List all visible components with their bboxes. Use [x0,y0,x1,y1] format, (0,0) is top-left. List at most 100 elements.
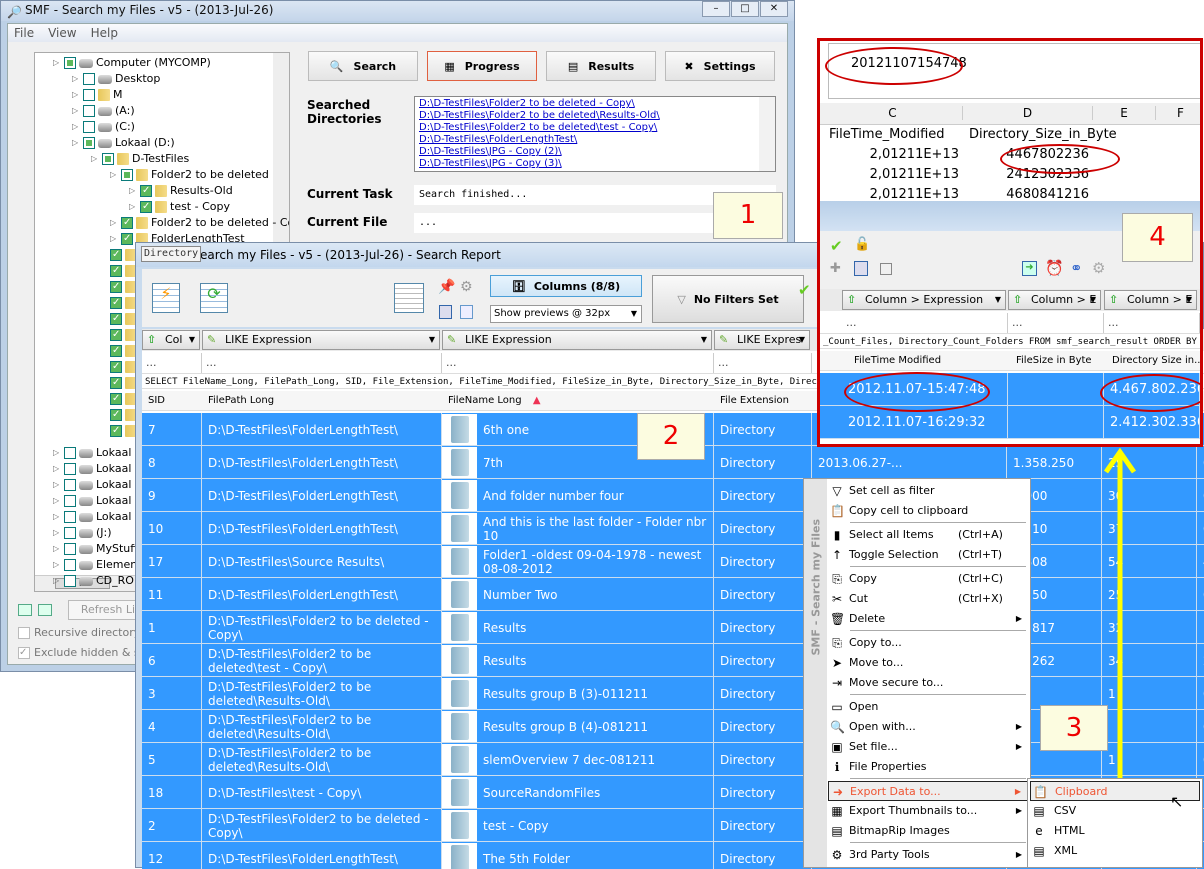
tree-node[interactable]: ▷ M [72,87,123,103]
tree-node[interactable] [110,423,137,439]
menu-item-copy-to[interactable]: ⎘ Copy to... [828,633,1028,653]
filter-input-filepath[interactable]: ... [202,353,442,373]
tree-checkbox[interactable] [83,73,95,85]
tree-checkbox[interactable] [64,57,76,69]
directory-link[interactable]: D:\D-TestFiles\Folder2 to be deleted\Res… [419,110,771,122]
expand-tree-button[interactable] [38,604,52,616]
inset-filter-input[interactable]: ... [1104,313,1200,333]
menu-view[interactable]: View [48,24,76,42]
searched-directories-list[interactable]: D:\D-TestFiles\Folder2 to be deleted - C… [414,96,776,172]
table-row[interactable]: 9 D:\D-TestFiles\FolderLengthTest\ And fol… [142,479,1204,512]
collapse-tree-button[interactable] [18,604,32,616]
table-row[interactable]: 1 D:\D-TestFiles\Folder2 to be deleted - … [142,611,1204,644]
tree-checkbox[interactable] [110,343,122,359]
tree-node[interactable] [110,327,137,343]
maximize-button[interactable]: □ [731,1,759,17]
tree-checkbox[interactable] [110,423,122,439]
table-row[interactable]: 6 D:\D-TestFiles\Folder2 to be deleted\te… [142,644,1204,677]
header-filename[interactable]: FileName Long ▲ [442,391,541,411]
expander-icon[interactable]: ▷ [53,541,61,557]
menu-item-bitmaprip-images[interactable]: ▤ BitmapRip Images [828,821,1028,841]
sheet-header-cell[interactable]: Directory_Size_in_Byte [969,127,1117,142]
tree-checkbox[interactable] [64,447,76,459]
expander-icon[interactable]: ▷ [72,119,80,135]
expander-icon[interactable]: ▷ [91,151,99,167]
alarm-clock-icon[interactable]: ⏰ [1045,259,1064,277]
filter-filename[interactable]: LIKE Expression [442,330,712,350]
tree-checkbox[interactable] [110,359,122,375]
dirlist-scrollbar[interactable] [759,97,775,171]
tree-checkbox[interactable] [110,279,122,295]
expander-icon[interactable]: ▷ [53,493,61,509]
reload-grid-icon[interactable]: ⟳ [200,283,228,313]
tree-node[interactable]: ▷ (J:) [53,525,112,541]
header-sid[interactable]: SID [142,391,165,411]
pin-icon[interactable]: 📌 [438,279,455,295]
menu-item-delete[interactable]: 🗑 Delete ▶ [828,609,1028,629]
tree-checkbox[interactable] [121,215,133,231]
refresh-grid-lightning-icon[interactable]: ⚡ [152,283,180,313]
header-filepath[interactable]: FilePath Long [202,391,274,411]
table-row[interactable]: 10 D:\D-TestFiles\FolderLengthTest\ And th… [142,512,1204,545]
tree-node[interactable] [110,295,137,311]
tree-node[interactable]: ▷ Lokaal ( [53,477,139,493]
directory-link[interactable]: D:\D-TestFiles\Folder2 to be deleted - C… [419,98,771,110]
tree-checkbox[interactable] [110,295,122,311]
tree-checkbox[interactable] [121,169,133,181]
inset-header-filetime[interactable]: FileTime Modified [848,351,941,371]
expander-icon[interactable]: ▷ [53,477,61,493]
table-view-icon[interactable] [394,283,424,313]
tree-node[interactable] [110,359,137,375]
tree-checkbox[interactable] [83,121,95,133]
tree-node[interactable] [110,375,137,391]
tree-node[interactable]: ▷ Elements [53,557,147,573]
tab-results[interactable]: ▤ Results [546,51,656,81]
menu-item-export-thumbnails-to[interactable]: ▦ Export Thumbnails to... ▶ [828,801,1028,821]
tree-checkbox[interactable] [64,463,76,475]
inset-filter-filetime[interactable]: Column > Expression [842,290,1006,310]
check-icon[interactable]: ✔ [830,237,843,255]
filter-input-filename[interactable]: ... [442,353,714,373]
tree-node[interactable] [110,311,137,327]
sheet-cell[interactable]: 2,01211E+13 [823,147,959,162]
expander-icon[interactable]: ▷ [129,199,137,215]
menu-item-set-cell-as-filter[interactable]: ▽ Set cell as filter [828,481,1028,501]
inset-filter-input[interactable]: ... [1008,313,1104,333]
directory-link[interactable]: D:\D-TestFiles\JPG - Copy (3)\ [419,158,771,170]
tree-node[interactable] [110,343,137,359]
expander-icon[interactable]: ▷ [53,509,61,525]
expander-icon[interactable]: ▷ [110,231,118,247]
close-button[interactable]: ✕ [760,1,788,17]
inset-filter-dirsize[interactable]: Column > E [1104,290,1197,310]
menu-item-select-all-items[interactable]: ▮ Select all Items (Ctrl+A) [828,525,1028,545]
tree-checkbox[interactable] [64,527,76,539]
menu-item-move-to[interactable]: ➤ Move to... [828,653,1028,673]
filter-extension[interactable]: LIKE Expres [714,330,810,350]
tab-search[interactable]: 🔍 Search [308,51,418,81]
tree-checkbox[interactable] [64,511,76,523]
tree-checkbox[interactable] [83,105,95,117]
expander-icon[interactable]: ▷ [53,557,61,573]
menu-item-open[interactable]: ▭ Open [828,697,1028,717]
filter-input-sid[interactable]: ... [142,353,202,373]
tree-checkbox[interactable] [121,231,133,247]
directory-link[interactable]: D:\D-TestFiles\JPG - Copy (2)\ [419,146,771,158]
tree-checkbox[interactable] [64,479,76,491]
tree-node[interactable] [110,391,137,407]
tree-checkbox[interactable] [64,495,76,507]
tree-node[interactable] [110,279,137,295]
export-grid-icon[interactable]: ➜ [1022,261,1037,276]
puzzle-icon[interactable]: ✚ [830,261,841,276]
tab-settings[interactable]: ✖ Settings [665,51,775,81]
tree-node[interactable]: ▷ (C:) [72,119,135,135]
check-icon[interactable]: ✔ [798,281,811,299]
submenu-item-html[interactable]: e HTML [1030,821,1200,841]
checkbox-icon[interactable] [880,263,892,275]
header-extension[interactable]: File Extension [714,391,789,411]
expander-icon[interactable]: ▷ [72,71,80,87]
tree-node[interactable]: ▷ Lokaal ( [53,461,139,477]
menu-item-copy-cell-to-clipboard[interactable]: 📋 Copy cell to clipboard [828,501,1028,521]
menu-item-export-data-to[interactable]: ➜ Export Data to... ▶ [828,781,1028,801]
tree-checkbox[interactable] [110,311,122,327]
layout-icon[interactable] [439,305,452,319]
